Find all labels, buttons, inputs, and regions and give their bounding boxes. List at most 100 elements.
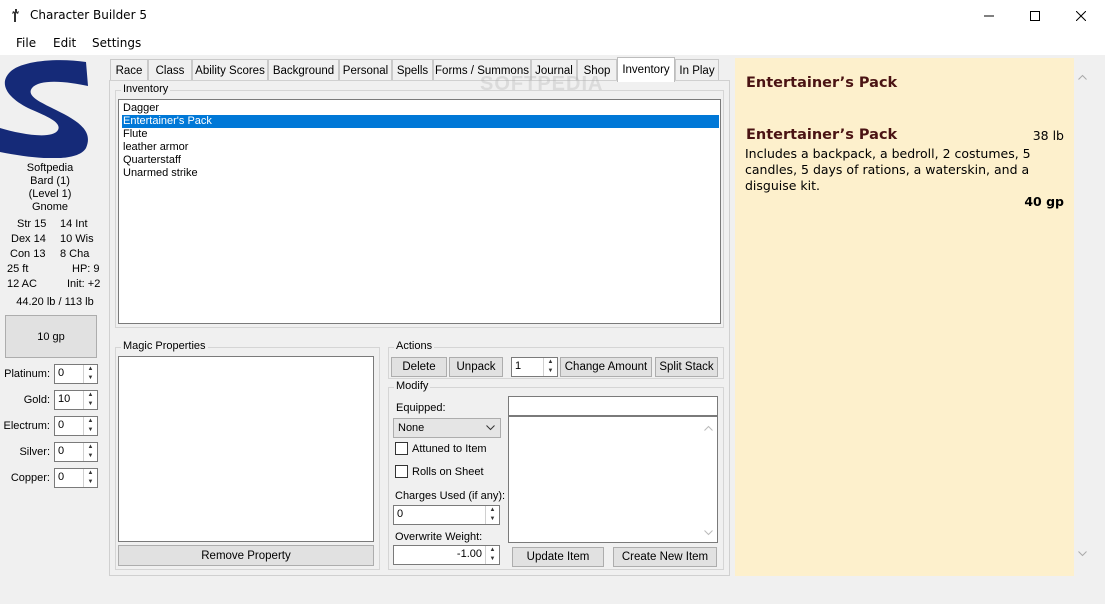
electrum-value: 0 xyxy=(58,419,65,431)
list-item[interactable]: Flute xyxy=(122,128,147,141)
list-item[interactable]: Unarmed strike xyxy=(122,167,198,180)
list-item[interactable]: Dagger xyxy=(122,102,159,115)
tab-in-play[interactable]: In Play xyxy=(675,59,719,81)
scroll-up-icon[interactable] xyxy=(1078,74,1087,80)
detail-heading: Entertainer’s Pack xyxy=(746,75,898,91)
scroll-down-icon[interactable] xyxy=(704,530,713,536)
spin-up-icon[interactable]: ▲ xyxy=(486,506,499,515)
close-button[interactable] xyxy=(1058,0,1104,31)
weight-label: Overwrite Weight: xyxy=(395,531,483,543)
charges-stepper[interactable]: 0 ▲ ▼ xyxy=(393,505,500,525)
spin-up-icon[interactable]: ▲ xyxy=(84,365,97,374)
watermark: SOFTPEDIA xyxy=(480,73,604,95)
stat-speed: 25 ft xyxy=(7,263,29,275)
menu-settings[interactable]: Settings xyxy=(92,36,141,50)
create-new-item-button[interactable]: Create New Item xyxy=(613,547,717,567)
silver-value: 0 xyxy=(58,445,65,457)
rolls-on-sheet-checkbox[interactable] xyxy=(395,465,408,478)
coin-label-electrum: Electrum: xyxy=(3,420,50,432)
equipped-select-value: None xyxy=(398,422,425,434)
tab-inventory[interactable]: Inventory xyxy=(617,57,675,82)
tab-background[interactable]: Background xyxy=(268,59,339,81)
spin-down-icon[interactable]: ▼ xyxy=(486,515,499,524)
coin-label-silver: Silver: xyxy=(19,446,50,458)
unpack-button[interactable]: Unpack xyxy=(449,357,503,377)
item-description-field[interactable] xyxy=(508,416,718,543)
remove-property-button[interactable]: Remove Property xyxy=(118,545,374,566)
weight-value: -1.00 xyxy=(456,548,482,560)
copper-stepper[interactable]: 0 ▲ ▼ xyxy=(54,468,98,488)
stat-init: Init: +2 xyxy=(67,278,101,290)
list-item-selected[interactable]: Entertainer's Pack xyxy=(122,115,719,128)
scroll-down-icon[interactable] xyxy=(1078,551,1087,557)
charges-value: 0 xyxy=(397,508,404,520)
split-stack-button[interactable]: Split Stack xyxy=(655,357,718,377)
coin-label-platinum: Platinum: xyxy=(4,368,50,380)
copper-value: 0 xyxy=(58,471,65,483)
spin-down-icon[interactable]: ▼ xyxy=(486,555,499,564)
amount-stepper[interactable]: 1 ▲ ▼ xyxy=(511,357,558,377)
item-name-field[interactable] xyxy=(508,396,718,416)
spin-down-icon[interactable]: ▼ xyxy=(84,452,97,461)
detail-item-name: Entertainer’s Pack xyxy=(746,127,898,143)
attuned-checkbox[interactable] xyxy=(395,442,408,455)
gold-value: 10 xyxy=(58,393,71,405)
list-item[interactable]: Quarterstaff xyxy=(122,154,181,167)
detail-description: Includes a backpack, a bedroll, 2 costum… xyxy=(745,146,1031,193)
spin-down-icon[interactable]: ▼ xyxy=(84,400,97,409)
minimize-button[interactable] xyxy=(966,0,1012,31)
menu-edit[interactable]: Edit xyxy=(53,36,76,50)
maximize-button[interactable] xyxy=(1012,0,1058,31)
delete-button[interactable]: Delete xyxy=(391,357,447,377)
character-level: (Level 1) xyxy=(28,188,72,200)
tab-spells[interactable]: Spells xyxy=(392,59,433,81)
tab-race[interactable]: Race xyxy=(110,59,148,81)
item-detail-panel: Entertainer’s Pack Entertainer’s Pack 38… xyxy=(735,58,1074,576)
detail-price: 40 gp xyxy=(1024,194,1064,209)
change-amount-button[interactable]: Change Amount xyxy=(560,357,652,377)
equipped-select[interactable]: None xyxy=(393,418,501,438)
inventory-list[interactable]: Dagger Entertainer's Pack Flute leather … xyxy=(118,99,721,324)
weight-stepper[interactable]: -1.00 ▲ ▼ xyxy=(393,545,500,565)
stat-int: 14 Int xyxy=(60,218,88,230)
gold-stepper[interactable]: 10 ▲ ▼ xyxy=(54,390,98,410)
spin-up-icon[interactable]: ▲ xyxy=(84,443,97,452)
chevron-down-icon xyxy=(486,425,495,431)
gold-total-display: 10 gp xyxy=(5,315,97,358)
equipped-label: Equipped: xyxy=(396,402,446,414)
detail-weight: 38 lb xyxy=(1032,128,1064,143)
spin-down-icon[interactable]: ▼ xyxy=(84,426,97,435)
detail-scrollbar[interactable] xyxy=(1074,58,1091,576)
character-portrait xyxy=(0,60,88,158)
list-item[interactable]: leather armor xyxy=(122,141,188,154)
attuned-label: Attuned to Item xyxy=(412,443,487,455)
stat-con: Con 13 xyxy=(10,248,46,260)
minimize-icon xyxy=(984,15,994,16)
character-name: Softpedia xyxy=(26,162,74,174)
tab-class[interactable]: Class xyxy=(148,59,192,81)
spin-up-icon[interactable]: ▲ xyxy=(544,358,557,367)
magic-properties-list[interactable] xyxy=(118,356,374,542)
spin-down-icon[interactable]: ▼ xyxy=(84,374,97,383)
silver-stepper[interactable]: 0 ▲ ▼ xyxy=(54,442,98,462)
tab-ability-scores[interactable]: Ability Scores xyxy=(192,59,268,81)
update-item-button[interactable]: Update Item xyxy=(512,547,604,567)
scroll-up-icon[interactable] xyxy=(704,425,713,431)
platinum-stepper[interactable]: 0 ▲ ▼ xyxy=(54,364,98,384)
title-bar xyxy=(0,0,1105,31)
spin-down-icon[interactable]: ▼ xyxy=(84,478,97,487)
coin-label-copper: Copper: xyxy=(10,472,50,484)
platinum-value: 0 xyxy=(58,367,65,379)
spin-up-icon[interactable]: ▲ xyxy=(84,417,97,426)
stat-ac: 12 AC xyxy=(7,278,37,290)
maximize-icon xyxy=(1030,10,1040,21)
menu-bar xyxy=(0,31,1105,55)
spin-up-icon[interactable]: ▲ xyxy=(486,546,499,555)
inventory-group-label: Inventory xyxy=(121,83,171,95)
tab-personal[interactable]: Personal xyxy=(339,59,392,81)
spin-up-icon[interactable]: ▲ xyxy=(84,469,97,478)
electrum-stepper[interactable]: 0 ▲ ▼ xyxy=(54,416,98,436)
menu-file[interactable]: File xyxy=(16,36,36,50)
spin-up-icon[interactable]: ▲ xyxy=(84,391,97,400)
spin-down-icon[interactable]: ▼ xyxy=(544,367,557,376)
